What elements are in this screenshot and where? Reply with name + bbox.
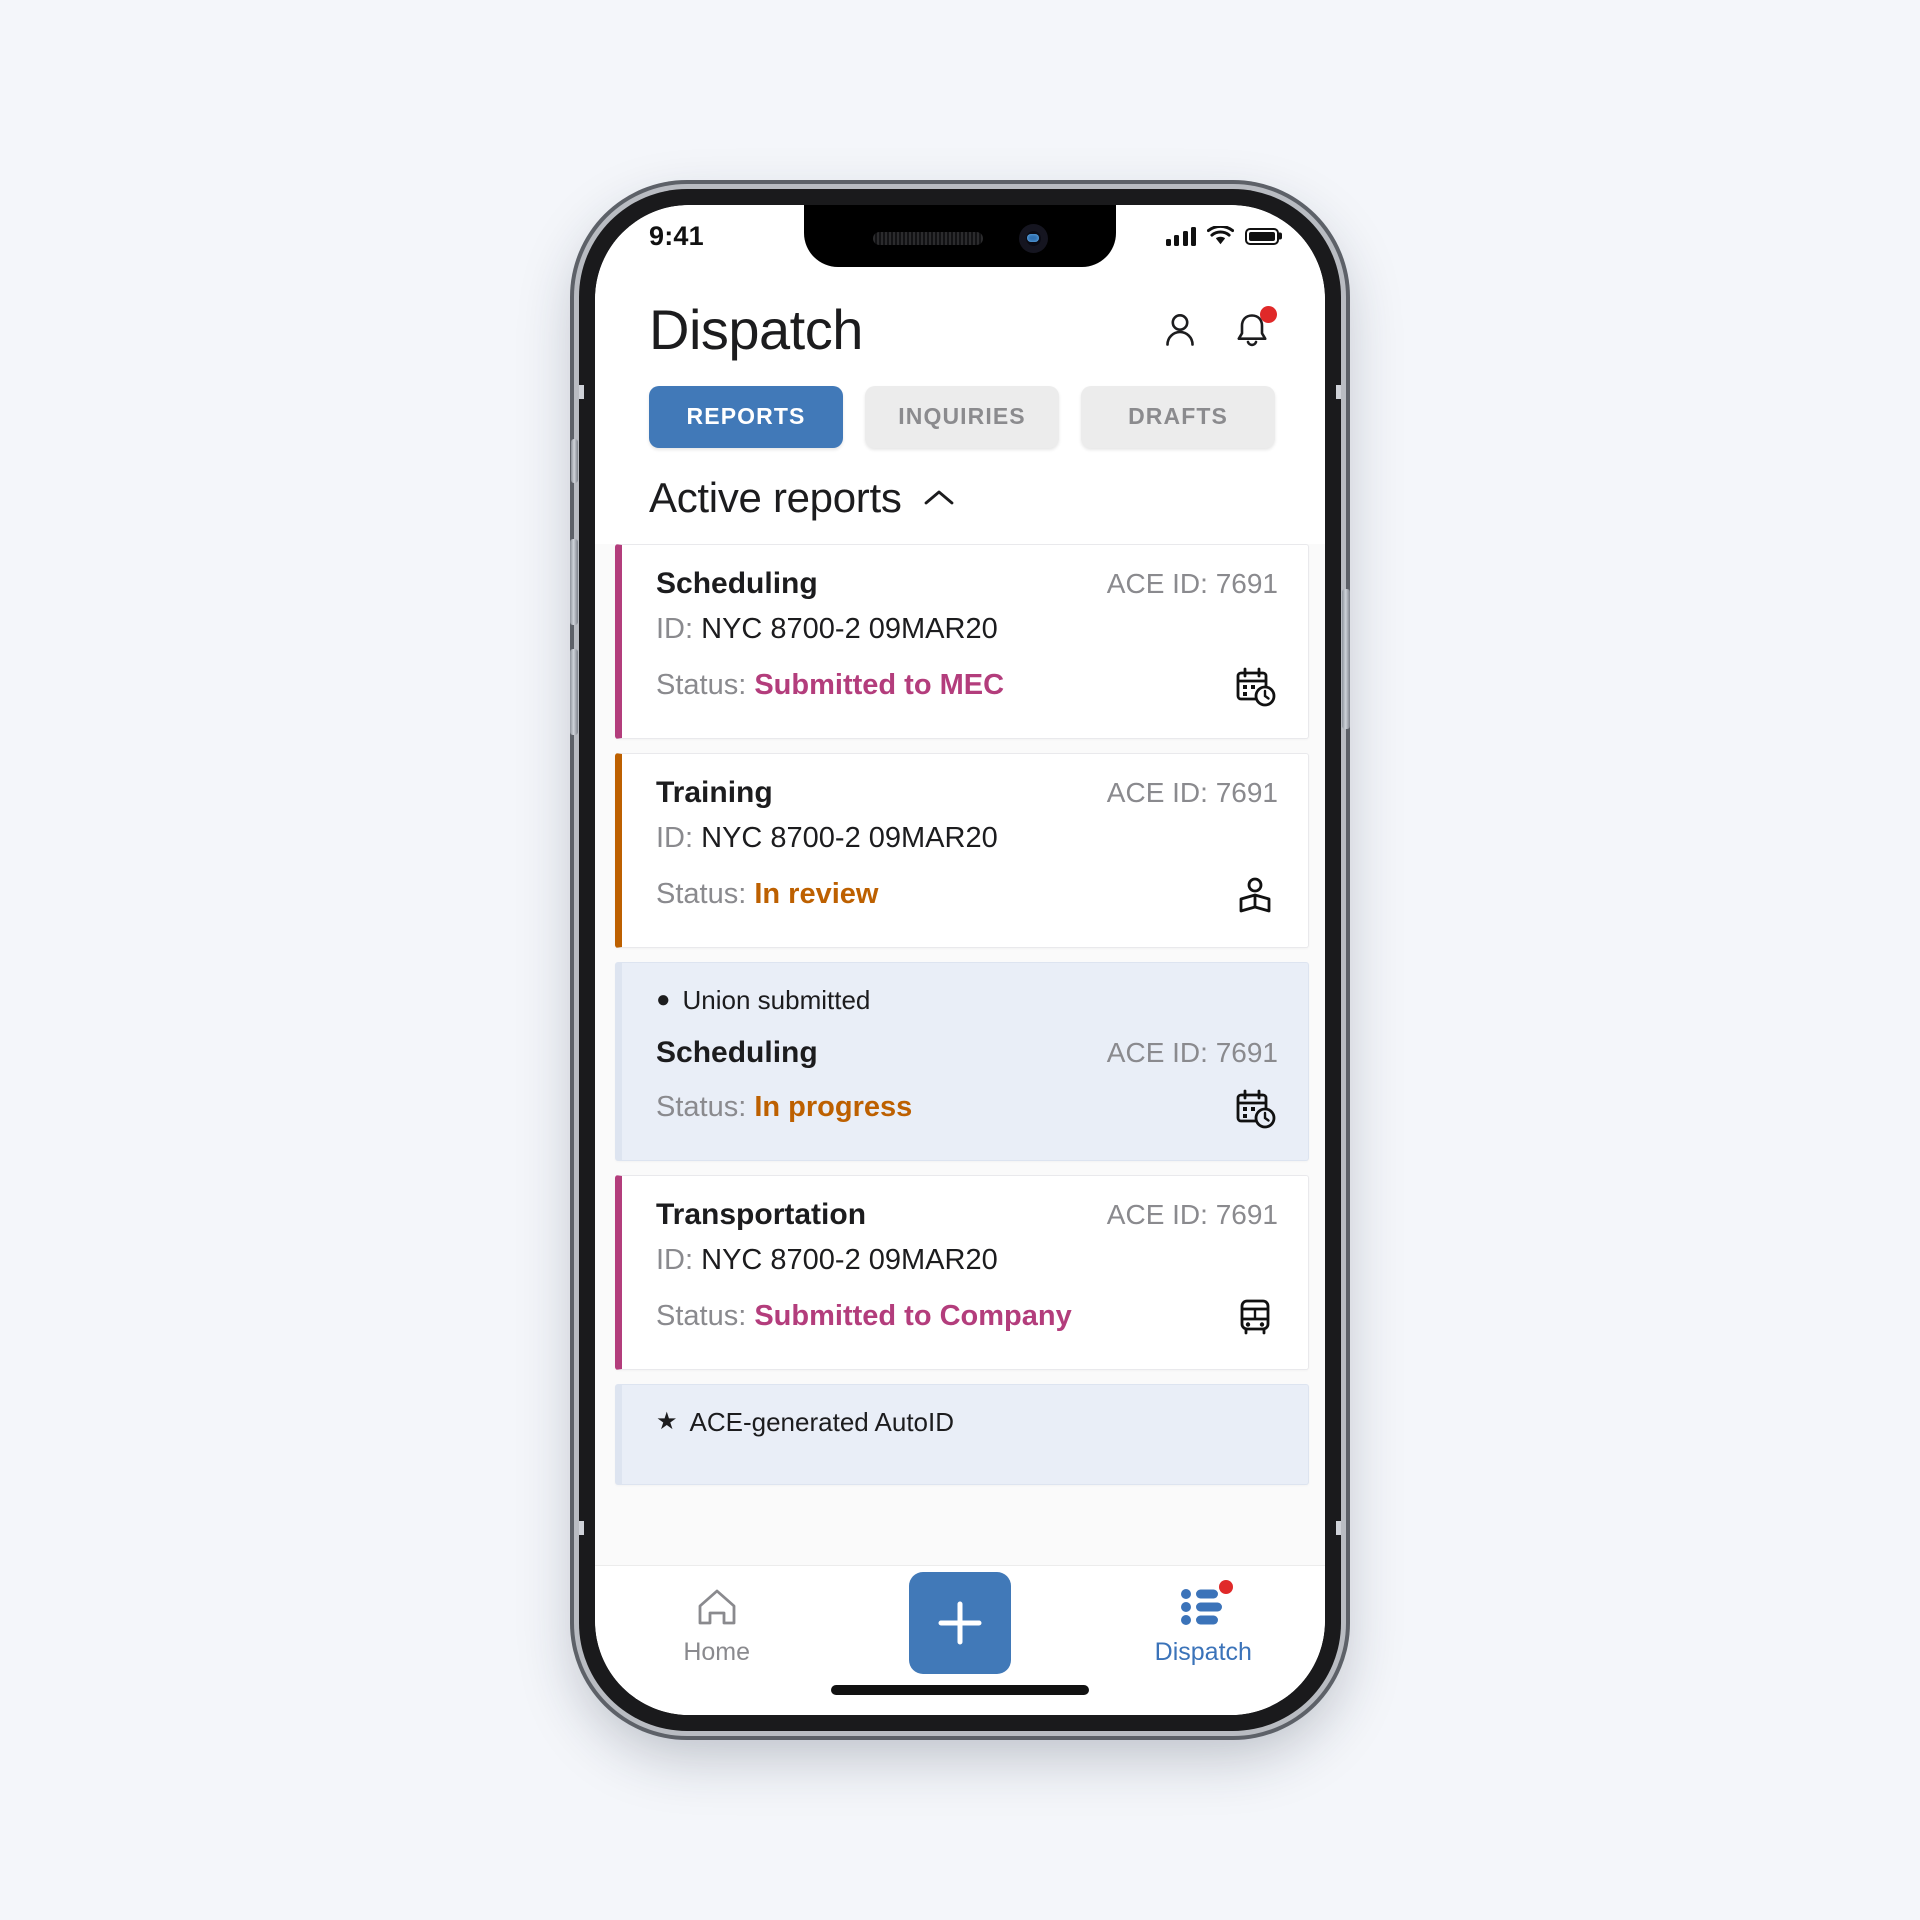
report-card-transportation-company[interactable]: Transportation ACE ID: 7691 ID: NYC 8700…: [615, 1174, 1309, 1370]
ace-id: ACE ID: 7691: [1106, 776, 1278, 808]
antenna-line: [579, 1521, 584, 1535]
card-header-row: Transportation ACE ID: 7691: [656, 1198, 1278, 1232]
report-type: Scheduling: [656, 566, 818, 600]
tab-drafts[interactable]: DRAFTS: [1081, 385, 1275, 448]
ace-id: ACE ID: 7691: [1106, 1198, 1278, 1230]
card-flag-union-submitted: ● Union submitted: [656, 985, 1278, 1016]
phone-bezel: 9:41 Dispatch REPORTS INQUIRIES DRAFTS A…: [595, 205, 1325, 1715]
status-label: Status:: [656, 669, 747, 702]
report-id-value: NYC 8700-2 09MAR20: [701, 821, 998, 854]
notifications-button[interactable]: [1229, 306, 1277, 353]
report-id-value: NYC 8700-2 09MAR20: [701, 612, 998, 645]
tab-bar: REPORTS INQUIRIES DRAFTS: [595, 379, 1325, 472]
card-header-row: Training ACE ID: 7691: [656, 776, 1278, 810]
volume-down-button[interactable]: [570, 649, 578, 735]
filled-circle-icon: ●: [656, 986, 671, 1014]
status-bar-clock: 9:41: [649, 220, 704, 251]
card-flag-label: ACE-generated AutoID: [689, 1406, 955, 1437]
plus-icon: [938, 1601, 982, 1645]
star-icon: ★: [656, 1408, 678, 1436]
silent-switch[interactable]: [571, 439, 578, 483]
battery-icon: [1245, 227, 1279, 245]
screenshot-stage: 9:41 Dispatch REPORTS INQUIRIES DRAFTS A…: [0, 0, 1920, 1920]
status-label: Status:: [656, 1091, 747, 1124]
section-title: Active reports: [649, 473, 902, 521]
report-type: Transportation: [656, 1197, 867, 1231]
phone-device-frame: 9:41 Dispatch REPORTS INQUIRIES DRAFTS A…: [570, 189, 1350, 1731]
report-status: Status: In progress: [656, 1091, 912, 1124]
person-icon: [1166, 314, 1194, 347]
status-label: Status:: [656, 878, 747, 911]
notification-badge: [1260, 306, 1277, 324]
report-type: Scheduling: [656, 1035, 818, 1069]
card-flag-label: Union submitted: [682, 984, 871, 1015]
nav-item-add[interactable]: [870, 1572, 1050, 1674]
status-value: Submitted to Company: [754, 1300, 1072, 1333]
status-bar-icons: [1165, 226, 1279, 246]
nav-label-dispatch: Dispatch: [1154, 1638, 1252, 1666]
report-status: Status: Submitted to MEC: [656, 669, 1004, 702]
page-title: Dispatch: [649, 298, 863, 361]
earpiece-speaker: [872, 231, 983, 245]
report-id-line: ID: NYC 8700-2 09MAR20: [656, 822, 1278, 855]
bottom-navigation-bar: Home Dispatch: [595, 1565, 1325, 1715]
volume-up-button[interactable]: [570, 539, 578, 625]
report-id-line: ID: NYC 8700-2 09MAR20: [656, 1244, 1278, 1277]
cellular-signal-icon: [1165, 226, 1196, 246]
card-status-row: Status: In review: [656, 869, 1278, 921]
tab-inquiries[interactable]: INQUIRIES: [865, 385, 1059, 448]
report-id-value: NYC 8700-2 09MAR20: [701, 1243, 998, 1276]
report-id-line: ID: NYC 8700-2 09MAR20: [656, 613, 1278, 646]
home-indicator[interactable]: [831, 1685, 1089, 1695]
tab-reports[interactable]: REPORTS: [649, 385, 843, 448]
report-status: Status: Submitted to Company: [656, 1300, 1072, 1333]
header-actions: [1157, 306, 1277, 353]
report-status: Status: In review: [656, 878, 878, 911]
card-status-row: Status: Submitted to Company: [656, 1291, 1278, 1343]
home-icon: [691, 1582, 743, 1632]
reading-person-icon: [1232, 872, 1278, 918]
power-button[interactable]: [1342, 589, 1350, 729]
profile-button[interactable]: [1157, 307, 1203, 353]
status-label: Status:: [656, 1300, 747, 1333]
bus-icon: [1232, 1294, 1278, 1340]
wifi-icon: [1207, 226, 1234, 245]
reports-list[interactable]: Scheduling ACE ID: 7691 ID: NYC 8700-2 0…: [595, 543, 1325, 1565]
report-card-autoid[interactable]: ★ ACE-generated AutoID: [615, 1383, 1309, 1485]
report-id-label: ID:: [656, 1243, 694, 1276]
card-flag-autoid: ★ ACE-generated AutoID: [656, 1407, 1278, 1438]
front-camera: [1018, 223, 1048, 253]
nav-item-dispatch[interactable]: Dispatch: [1113, 1580, 1293, 1667]
card-status-row: Status: Submitted to MEC: [656, 660, 1278, 712]
antenna-line: [1336, 1521, 1341, 1535]
report-id-label: ID:: [656, 821, 694, 854]
active-reports-section-header[interactable]: Active reports: [595, 471, 1325, 544]
report-type: Training: [656, 775, 773, 809]
antenna-line: [1336, 385, 1341, 399]
status-value: In review: [754, 878, 879, 911]
calendar-clock-icon: [1232, 1085, 1278, 1131]
app-header: Dispatch: [595, 267, 1325, 380]
calendar-clock-icon: [1232, 663, 1278, 709]
ace-id: ACE ID: 7691: [1106, 567, 1278, 599]
card-header-row: Scheduling ACE ID: 7691: [656, 567, 1278, 601]
card-header-row: Scheduling ACE ID: 7691: [656, 1036, 1278, 1070]
report-id-label: ID:: [656, 612, 694, 645]
antenna-line: [579, 385, 584, 399]
dispatch-badge: [1219, 1580, 1234, 1594]
ace-id: ACE ID: 7691: [1106, 1036, 1278, 1068]
chevron-up-icon[interactable]: [922, 487, 956, 509]
app-screen: 9:41 Dispatch REPORTS INQUIRIES DRAFTS A…: [595, 205, 1325, 1715]
card-status-row: Status: In progress: [656, 1082, 1278, 1134]
list-icon: [1177, 1580, 1234, 1632]
add-button[interactable]: [908, 1572, 1011, 1674]
report-card-scheduling-mec[interactable]: Scheduling ACE ID: 7691 ID: NYC 8700-2 0…: [615, 543, 1309, 739]
report-card-union-submitted[interactable]: ● Union submitted Scheduling ACE ID: 769…: [615, 961, 1309, 1161]
status-value: In progress: [754, 1091, 913, 1124]
nav-label-home: Home: [683, 1638, 750, 1666]
status-value: Submitted to MEC: [754, 669, 1005, 702]
nav-item-home[interactable]: Home: [627, 1582, 807, 1667]
report-card-training-review[interactable]: Training ACE ID: 7691 ID: NYC 8700-2 09M…: [615, 752, 1309, 948]
device-notch: [804, 205, 1116, 267]
